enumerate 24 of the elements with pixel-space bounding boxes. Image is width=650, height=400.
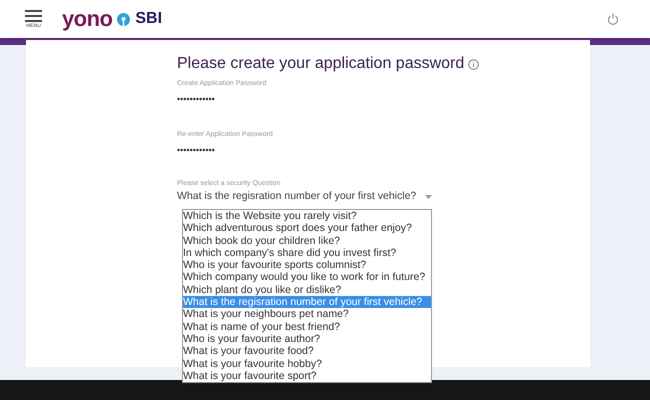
dropdown-option[interactable]: Who is your favourite author? [183, 332, 431, 346]
dropdown-option[interactable]: Which company would you like to work for in future? [183, 271, 431, 284]
power-icon[interactable] [607, 13, 619, 25]
dropdown-option[interactable]: Who is your favourite sports columnist? [183, 259, 431, 272]
dropdown-option[interactable]: Which adventurous sport does your father enjoy? [183, 222, 431, 235]
security-question-dropdown[interactable]: What is the regisration number of your first vehicle? [177, 190, 432, 203]
password-field[interactable]: •••••••••••• [177, 144, 427, 156]
password-field[interactable]: •••••••••••• [177, 93, 427, 105]
caret-icon [425, 194, 432, 198]
dropdown-option[interactable]: What is your favourite hobby? [183, 358, 431, 370]
dropdown-option[interactable]: What is your neighbours pet name? [183, 308, 431, 321]
dropdown-option[interactable]: Which is the Website you rarely visit? [183, 210, 431, 222]
logo-text: yono [62, 8, 112, 30]
logo-icon [117, 12, 130, 26]
logo-text: SBI [135, 11, 162, 27]
dropdown-option[interactable]: Which book do your children like? [183, 234, 431, 247]
dropdown-option[interactable]: In which company's share did you invest first? [183, 246, 431, 260]
dropdown-option[interactable]: Which plant do you like or dislike? [183, 284, 431, 296]
form-title: Please create your application password [177, 54, 464, 74]
info-icon[interactable] [468, 58, 480, 70]
dropdown-option[interactable]: What is your favourite sport? [183, 370, 431, 382]
dropdown-option[interactable]: What is your favourite food? [183, 345, 431, 358]
menu-icon [25, 10, 42, 22]
dropdown-option[interactable]: What is name of your best friend? [183, 320, 431, 333]
